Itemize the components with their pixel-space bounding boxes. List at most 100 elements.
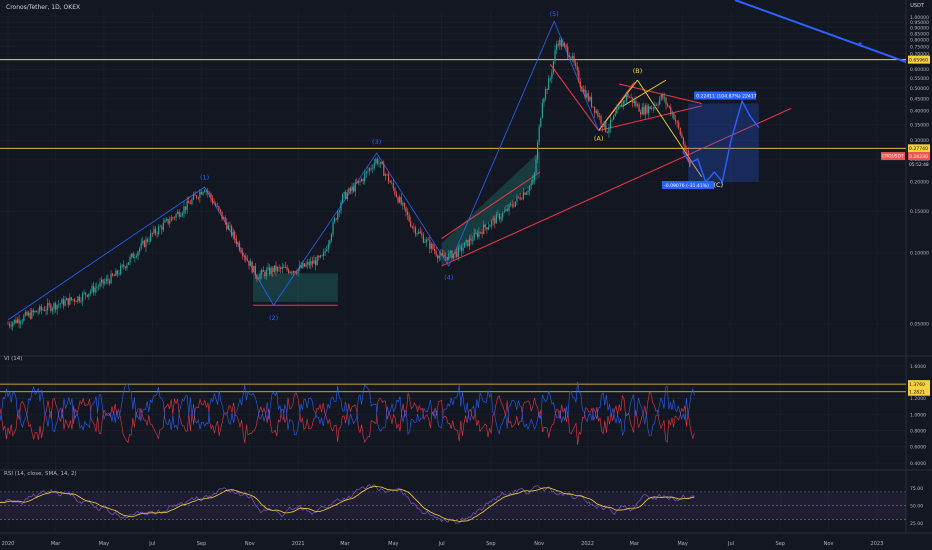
candle-body (633, 100, 635, 103)
candle-body (413, 227, 415, 228)
candle-body (316, 256, 318, 266)
candle-body (673, 113, 675, 120)
candle-body (689, 160, 691, 167)
correction-wave-label[interactable]: (C) (714, 181, 724, 189)
candle-body (573, 56, 575, 63)
candle-body (224, 217, 226, 223)
candle-body (26, 312, 28, 316)
candle-body (204, 190, 206, 193)
correction-wave-label[interactable]: (B) (633, 67, 643, 75)
candle-body (295, 272, 298, 274)
candle-body (96, 287, 98, 288)
candle-body (56, 304, 58, 310)
candle-body (505, 208, 507, 212)
candle-body (34, 310, 36, 313)
candle-body (270, 267, 272, 275)
candle-body (397, 197, 399, 203)
candle-body (299, 265, 301, 270)
candle-body (563, 43, 566, 45)
candle-body (394, 188, 396, 195)
candle-body (681, 134, 683, 138)
candle-body (240, 250, 242, 253)
time-axis-label: Jul (148, 541, 155, 547)
candle-body (506, 208, 509, 211)
candle-body (88, 293, 90, 297)
candle-body (354, 182, 356, 192)
projection-up-label[interactable]: 0.22411 (104.87%) 22417 (696, 94, 757, 100)
candle-body (473, 232, 475, 241)
candle-body (172, 217, 174, 219)
price-tick-label: 0.35000 (910, 122, 929, 128)
candle-body (630, 97, 632, 98)
candle-body (452, 253, 455, 259)
candle-body (351, 186, 353, 191)
projection-down-label[interactable]: -0.09076 (-31.41%) (664, 183, 709, 189)
candle-body (510, 203, 512, 205)
candle-body (170, 217, 172, 222)
candle-body (460, 246, 463, 251)
candle-body (334, 218, 336, 223)
candle-body (292, 271, 295, 273)
candle-body (337, 211, 339, 220)
impulse-wave-label[interactable]: (1) (200, 173, 209, 181)
impulse-wave-label[interactable]: (3) (372, 138, 381, 146)
candle-body (391, 182, 393, 184)
candle-body (319, 255, 321, 258)
candle-body (581, 87, 583, 92)
price-tick-label: 0.05000 (910, 322, 929, 328)
candle-body (660, 94, 662, 100)
rsi-panel-title[interactable]: RSI (14, close, SMA, 14, 2) (4, 471, 77, 477)
candle-body (511, 203, 513, 206)
candle-body (476, 232, 478, 238)
candle-body (283, 267, 285, 268)
candle-body (524, 192, 526, 195)
candle-body (159, 226, 161, 228)
candle-body (535, 159, 537, 173)
candle-body (221, 211, 223, 219)
candle-body (445, 257, 447, 258)
candle-body (246, 259, 249, 261)
candle-body (530, 183, 532, 186)
impulse-wave-label[interactable]: (2) (269, 314, 278, 322)
candle-body (29, 312, 31, 319)
candle-body (135, 256, 138, 258)
candle-body (223, 217, 225, 219)
candle-body (330, 234, 333, 241)
candle-body (479, 231, 482, 233)
candle-body (183, 206, 185, 214)
candle-body (89, 291, 92, 294)
symbol-title[interactable]: Cronos/Tether, 1D, OKEX (6, 4, 80, 11)
candle-body (189, 203, 191, 204)
price-chart[interactable]: 2020 Mar May Jul Sep Nov 2021 Mar May Jul Sep Nov 20… (0, 0, 932, 550)
time-axis-label: Jul (727, 541, 734, 547)
candle-body (494, 218, 496, 224)
candle-body (269, 267, 271, 275)
candle-body (483, 224, 485, 235)
candle-body (570, 57, 572, 59)
impulse-wave-label[interactable]: (4) (444, 274, 453, 282)
candle-body (625, 93, 627, 101)
time-axis-label: Nov (534, 541, 544, 547)
symbol-badge[interactable]: CROUSDT (882, 154, 904, 160)
candle-body (81, 293, 84, 302)
candle-body (207, 190, 209, 193)
candle-body (134, 257, 136, 258)
candle-body (291, 271, 293, 273)
candle-body (416, 233, 418, 235)
candle-body (448, 253, 450, 261)
candle-body (432, 243, 434, 249)
impulse-wave-label[interactable]: (5) (550, 10, 559, 18)
candle-body (230, 225, 233, 236)
candle-body (177, 211, 179, 214)
support-price-badge: 0.27740 (909, 146, 928, 152)
candle-body (80, 300, 82, 302)
candle-body (13, 319, 15, 323)
candle-body (248, 260, 250, 266)
candle-body (575, 62, 577, 66)
candle-body (188, 200, 190, 204)
candle-body (554, 50, 556, 62)
candle-body (353, 186, 355, 192)
vi-panel-title[interactable]: VI (14) (4, 356, 22, 362)
candle-body (197, 197, 199, 199)
correction-wave-label[interactable]: (A) (594, 134, 604, 142)
